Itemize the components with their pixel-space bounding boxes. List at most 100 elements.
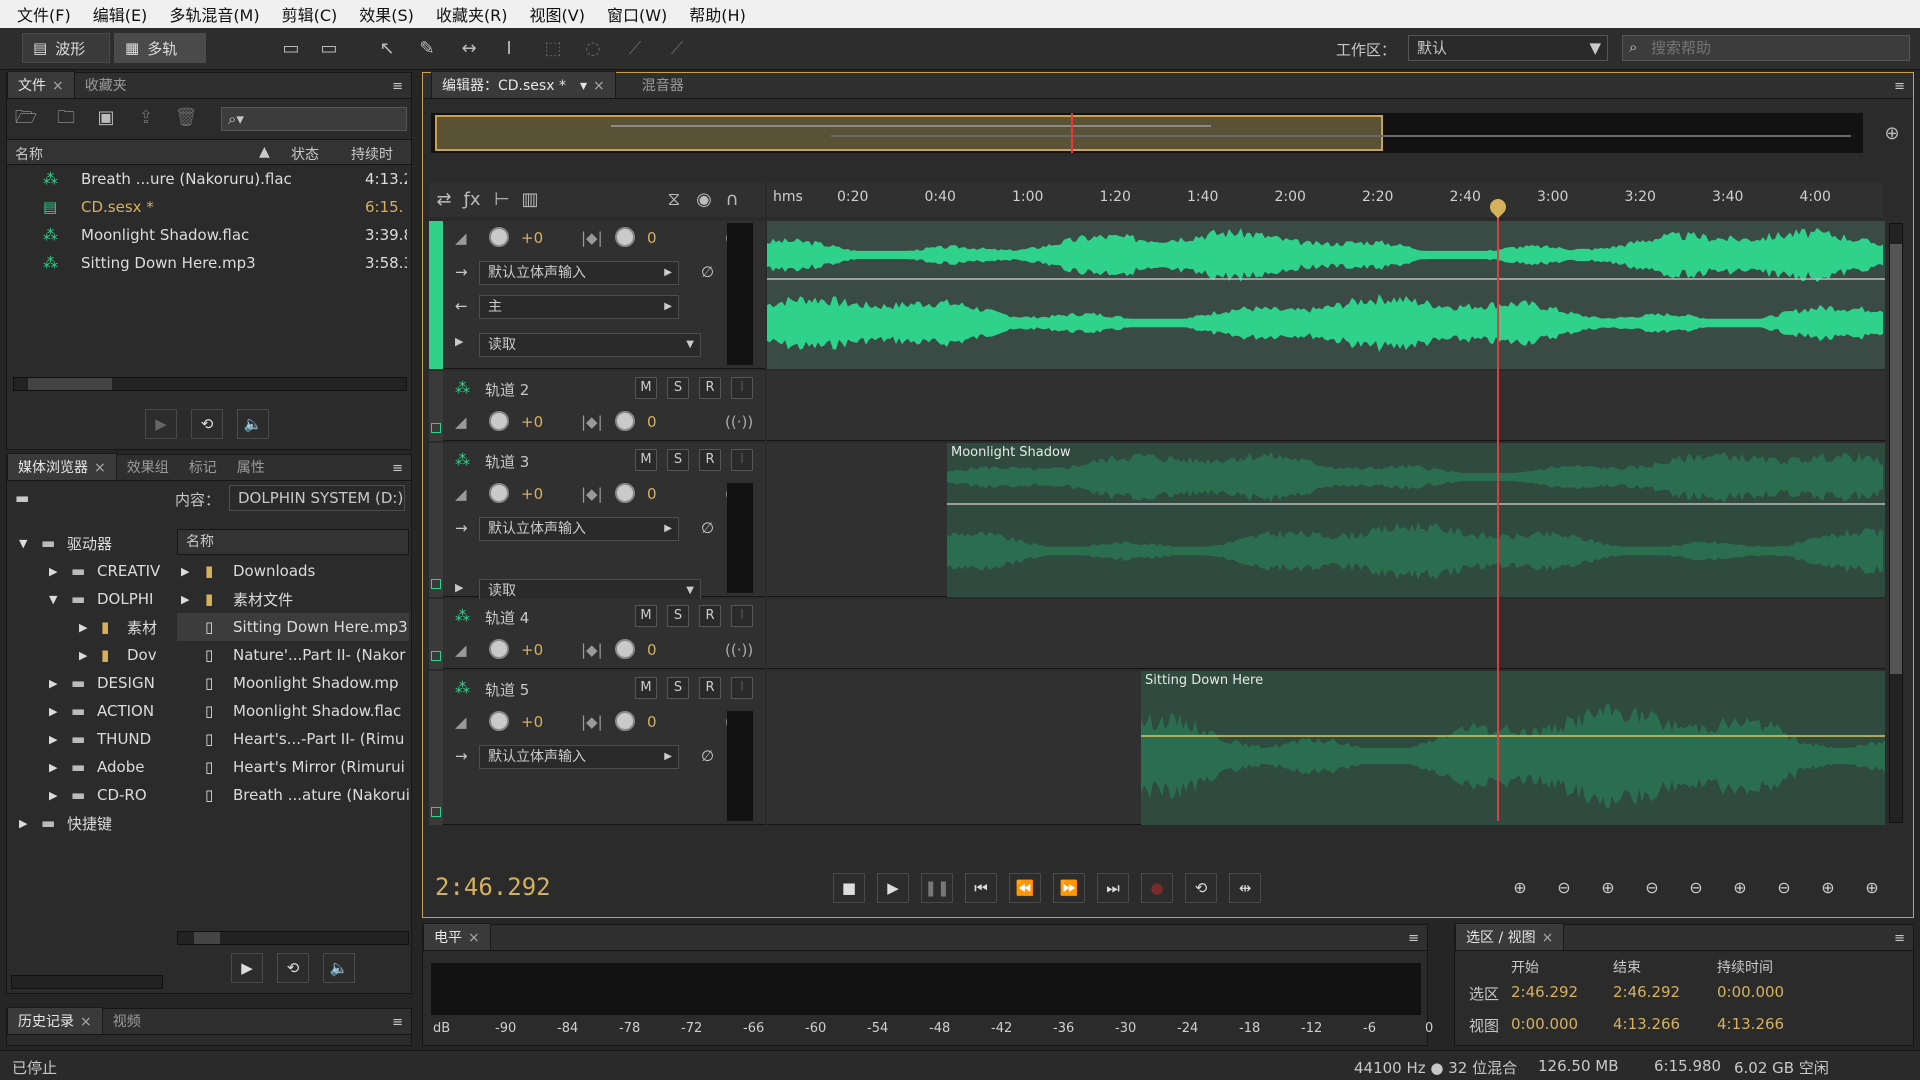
media-play-button[interactable]: ▶ (231, 953, 263, 983)
close-icon[interactable]: × (52, 78, 64, 94)
pan-knob[interactable] (615, 483, 635, 503)
menu-favorites[interactable]: 收藏夹(R) (425, 2, 519, 26)
insert-icon[interactable]: ⇪ (133, 105, 159, 131)
tab-effects-rack[interactable]: 效果组 (117, 454, 179, 480)
volume-knob[interactable] (489, 711, 509, 731)
menu-clip[interactable]: 剪辑(C) (271, 2, 349, 26)
pause-button[interactable]: ❚❚ (921, 873, 953, 903)
chevron-right-icon[interactable]: ▶ (49, 789, 57, 802)
audio-clip[interactable] (1141, 671, 1885, 825)
volume-value[interactable]: +0 (521, 641, 543, 659)
solo-button[interactable]: S (667, 677, 689, 699)
track-lane[interactable]: Sitting Down Here (767, 671, 1885, 825)
chevron-right-icon[interactable]: ▶ (79, 621, 87, 634)
loop-preview-button[interactable]: ⟲ (191, 409, 223, 439)
media-file-item[interactable]: ▯ Moonlight Shadow.mp (177, 669, 409, 697)
volume-knob[interactable] (489, 639, 509, 659)
record-arm-button[interactable]: R (699, 449, 721, 471)
tab-properties[interactable]: 属性 (227, 454, 275, 480)
menu-file[interactable]: 文件(F) (6, 2, 82, 26)
tab-media-browser[interactable]: 媒体浏览器 × (7, 453, 117, 480)
tree-item[interactable]: ▶ ▬ 快捷键 (11, 809, 163, 837)
file-list-item[interactable]: ⁂ Sitting Down Here.mp3 3:58.3 (7, 249, 411, 277)
media-file-item[interactable]: ▯ Sitting Down Here.mp3 (177, 613, 409, 641)
menu-window[interactable]: 窗口(W) (596, 2, 678, 26)
tree-horizontal-scrollbar[interactable] (11, 975, 163, 989)
open-folder-icon[interactable]: 🗁 (13, 105, 39, 131)
menu-multitrack[interactable]: 多轨混音(M) (158, 2, 270, 26)
phase-invert-icon[interactable]: ∅ (701, 263, 714, 281)
close-icon[interactable]: × (593, 78, 605, 94)
track-lane[interactable] (767, 371, 1885, 441)
audio-clip[interactable] (767, 221, 1885, 369)
loop-button[interactable]: ⟲ (1185, 873, 1217, 903)
media-file-item[interactable]: ▯ Breath ...ature (Nakorui (177, 781, 409, 809)
zoom-out-amplitude-icon[interactable]: ⊖ (1549, 875, 1579, 901)
delete-icon[interactable]: 🗑 (173, 105, 199, 131)
panel-menu-icon[interactable]: ≡ (384, 1015, 411, 1034)
track-lane[interactable] (767, 599, 1885, 669)
time-selection-tool-icon[interactable]: I (496, 36, 522, 62)
save-icon[interactable]: ▣ (93, 105, 119, 131)
volume-knob[interactable] (489, 483, 509, 503)
volume-knob[interactable] (489, 411, 509, 431)
help-search-input[interactable] (1651, 38, 1901, 58)
media-file-item[interactable]: ▯ Nature'...Part II- (Nakor (177, 641, 409, 669)
zoom-reset-icon[interactable]: ⊕ (1857, 875, 1887, 901)
pan-value[interactable]: 0 (647, 413, 657, 431)
clip-title[interactable]: Sitting Down Here (1145, 673, 1263, 688)
column-status[interactable]: 状态 (291, 144, 319, 164)
column-duration[interactable]: 持续时 (351, 144, 393, 164)
pan-knob[interactable] (615, 227, 635, 247)
effects-icon[interactable]: ƒx (459, 187, 485, 213)
fast-forward-button[interactable]: ⏩ (1053, 873, 1085, 903)
media-autoplay-button[interactable]: 🔈 (323, 953, 355, 983)
menu-help[interactable]: 帮助(H) (678, 2, 757, 26)
tab-editor[interactable]: 编辑器：CD.sesx * ▾ × (431, 71, 616, 98)
track-input-select[interactable]: 默认立体声输入 ▶ (479, 517, 679, 541)
skip-selection-button[interactable]: ⇹ (1229, 873, 1261, 903)
media-file-item[interactable]: ▯ Heart's Mirror (Rimurui (177, 753, 409, 781)
current-time-display[interactable]: 2:46.292 (435, 873, 551, 901)
track-name[interactable]: 轨道 5 (485, 679, 529, 700)
tab-mixer[interactable]: 混音器 (632, 72, 694, 98)
pan-value[interactable]: 0 (647, 485, 657, 503)
file-list-item[interactable]: ⁂ Moonlight Shadow.flac 3:39.8 (7, 221, 411, 249)
tree-item[interactable]: ▶ ▬ THUND (11, 725, 163, 753)
zoom-out-point-icon[interactable]: ⊖ (1769, 875, 1799, 901)
volume-value[interactable]: +0 (521, 413, 543, 431)
multitrack-view-button[interactable]: ▦ 多轨 (114, 33, 206, 63)
mute-button[interactable]: M (635, 449, 657, 471)
spot-healing-icon[interactable]: ⟋ (664, 36, 690, 62)
stereo-icon[interactable]: ((·)) (725, 641, 753, 659)
tree-item[interactable]: ▶ ▬ DESIGN (11, 669, 163, 697)
input-monitor-button[interactable]: I (731, 377, 753, 399)
inputs-outputs-icon[interactable]: ⇄ (431, 187, 457, 213)
menu-edit[interactable]: 编辑(E) (82, 2, 159, 26)
monitor-icon[interactable]: ◉ (691, 187, 717, 213)
brush-tool-icon[interactable]: ⟋ (622, 36, 648, 62)
lasso-tool-icon[interactable]: ◌ (580, 36, 606, 62)
tree-item[interactable]: ▶ ▮ Dov (11, 641, 163, 669)
solo-button[interactable]: S (667, 605, 689, 627)
tree-item[interactable]: ▶ ▮ 素材 (11, 613, 163, 641)
go-to-end-button[interactable]: ⏭ (1097, 873, 1129, 903)
volume-value[interactable]: +0 (521, 229, 543, 247)
input-monitor-button[interactable]: I (731, 677, 753, 699)
menu-view[interactable]: 视图(V) (519, 2, 596, 26)
record-arm-button[interactable]: R (699, 677, 721, 699)
spectral-frequency-icon[interactable]: ▭ (278, 36, 304, 62)
track-input-select[interactable]: 默认立体声输入 ▶ (479, 261, 679, 285)
panel-menu-icon[interactable]: ≡ (384, 79, 411, 98)
file-list-item[interactable]: ▤ CD.sesx * 6:15. (7, 193, 411, 221)
metronome-icon[interactable]: ⧖ (661, 187, 687, 213)
tab-selection-view[interactable]: 选区 / 视图 × (1455, 923, 1565, 950)
track-input-select[interactable]: 默认立体声输入 ▶ (479, 745, 679, 769)
headphones-icon[interactable]: ∩ (719, 187, 745, 213)
play-button[interactable]: ▶ (877, 873, 909, 903)
tab-video[interactable]: 视频 (103, 1008, 151, 1034)
volume-value[interactable]: +0 (521, 713, 543, 731)
tab-files[interactable]: 文件 × (7, 71, 75, 98)
media-name-header[interactable]: 名称 (177, 529, 409, 555)
solo-button[interactable]: S (667, 449, 689, 471)
